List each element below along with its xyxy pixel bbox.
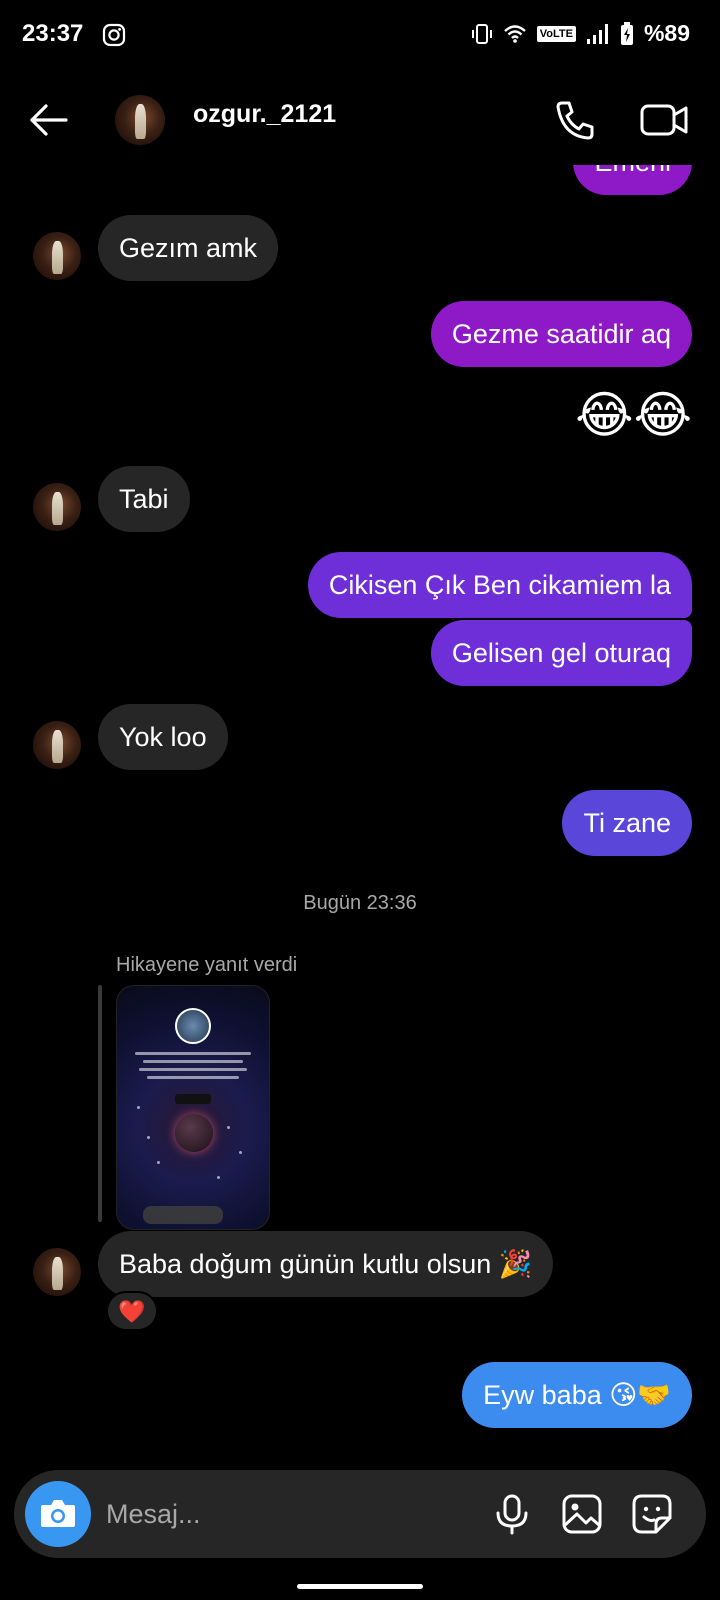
- video-camera-icon[interactable]: [640, 98, 690, 142]
- contact-username[interactable]: ozgur._2121: [193, 100, 336, 129]
- volte-badge: VoLTE: [536, 25, 576, 42]
- message-incoming[interactable]: Tabi: [98, 466, 190, 532]
- back-arrow-icon[interactable]: [26, 98, 70, 142]
- story-preview[interactable]: [116, 985, 270, 1230]
- message-incoming[interactable]: Yok loo: [98, 704, 228, 770]
- status-icons: VoLTE %89: [471, 20, 690, 47]
- message-outgoing[interactable]: Emeni: [573, 165, 692, 195]
- signal-icon: [586, 23, 608, 44]
- gallery-icon[interactable]: [560, 1492, 604, 1536]
- reply-indicator-line: [98, 985, 102, 1222]
- message-composer: [14, 1470, 706, 1558]
- story-caption: [143, 1206, 223, 1224]
- camera-button[interactable]: [25, 1481, 91, 1547]
- message-incoming[interactable]: Gezım amk: [98, 215, 279, 281]
- message-outgoing[interactable]: Ti zane: [562, 790, 692, 856]
- date-separator: Bugün 23:36: [303, 892, 417, 914]
- phone-icon[interactable]: [553, 98, 597, 142]
- chat-header: ozgur._2121: [0, 80, 720, 160]
- status-time: 23:37: [22, 20, 84, 47]
- message-outgoing-emoji[interactable]: 😂😂: [575, 385, 692, 445]
- home-indicator[interactable]: [297, 1584, 423, 1589]
- battery-percent: %89: [643, 20, 690, 46]
- heart-reaction[interactable]: ❤️: [106, 1291, 158, 1331]
- message-outgoing[interactable]: Gelisen gel oturaq: [430, 620, 692, 686]
- camera-icon: [41, 1500, 75, 1527]
- message-outgoing[interactable]: Eyw baba 😘🤝: [462, 1362, 692, 1428]
- message-outgoing[interactable]: Cikisen Çık Ben cikamiem la: [307, 552, 692, 618]
- story-reply-label: Hikayene yanıt verdi: [116, 954, 298, 976]
- instagram-icon: [102, 23, 126, 47]
- sender-avatar[interactable]: [33, 483, 81, 531]
- sticker-icon[interactable]: [630, 1492, 674, 1536]
- story-profile-picture: [175, 1008, 211, 1044]
- contact-avatar[interactable]: [115, 95, 165, 145]
- sender-avatar[interactable]: [33, 721, 81, 769]
- message-list[interactable]: Emeni Gezım amk Gezme saatidir aq 😂😂 Tab…: [0, 165, 720, 1465]
- status-bar: 23:37 VoLTE %89: [0, 0, 720, 72]
- vibrate-icon: [471, 23, 492, 44]
- wifi-icon: [503, 24, 526, 43]
- story-planet: [175, 1114, 213, 1152]
- message-outgoing[interactable]: Gezme saatidir aq: [430, 301, 692, 367]
- message-incoming[interactable]: Baba doğum günün kutlu olsun 🎉: [98, 1231, 554, 1297]
- sender-avatar[interactable]: [33, 232, 81, 280]
- sender-avatar[interactable]: [33, 1248, 81, 1296]
- microphone-icon[interactable]: [490, 1492, 534, 1536]
- message-input[interactable]: [106, 1490, 466, 1538]
- battery-charging-icon: [620, 21, 633, 45]
